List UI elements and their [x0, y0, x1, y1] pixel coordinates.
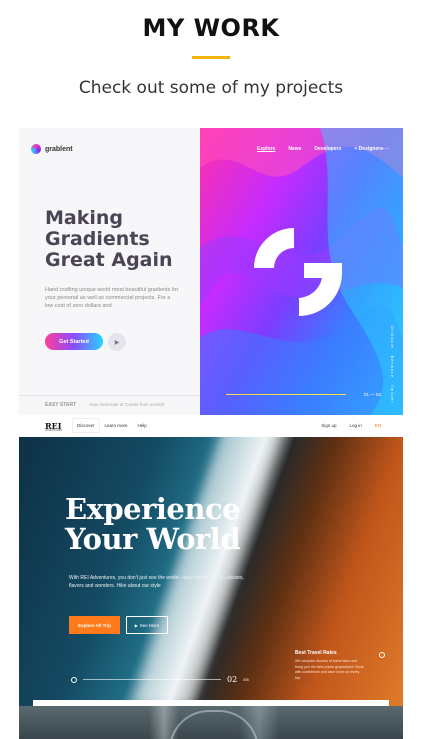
nav-explore[interactable]: Explore [257, 146, 275, 152]
grablent-logo-text: grablent [45, 145, 73, 153]
rei-account-nav: Sign up Log in EN [321, 423, 381, 428]
get-started-button[interactable]: Get Started [45, 333, 103, 350]
nav-designers[interactable]: + Designers [354, 146, 383, 152]
light-beam [149, 706, 179, 739]
nav-help[interactable]: Help [134, 419, 151, 432]
play-icon: ▶ [134, 622, 138, 628]
nav-developers[interactable]: Developers [314, 146, 341, 152]
rei-topbar: REI ADVENTURES Discover Learn more Help … [19, 416, 403, 437]
grablent-logo[interactable]: grablent [31, 144, 73, 154]
grablent-logo-icon [31, 144, 41, 154]
slider-dot-icon[interactable] [71, 676, 77, 683]
rei-logo-sub: ADVENTURES [45, 429, 63, 432]
page-subtitle: Check out some of my projects [78, 78, 344, 98]
grablent-heading: Making Gradients Great Again [45, 207, 173, 271]
slide-number: 02 [227, 675, 238, 684]
project-card-grablent[interactable]: grablent Making Gradients Great Again Ha… [19, 128, 403, 415]
rei-heading: Experience Your World [65, 492, 241, 556]
log-in-link[interactable]: Log in [349, 423, 361, 428]
g-logo-icon [254, 228, 342, 316]
title-underline [192, 56, 230, 59]
easy-start-note: Auto-Generate or Create from scratch [89, 402, 165, 407]
travel-rates-text: We compare dozens of travel sites and br… [295, 659, 364, 680]
explore-trips-button[interactable]: Explore All Trip [69, 616, 120, 634]
nav-discover[interactable]: Discover [73, 419, 99, 432]
grablent-nav: Explore News Developers + Designers [257, 146, 383, 152]
light-beam [239, 706, 279, 739]
grablent-gradient-hero: Explore News Developers + Designers ⋯ Dr… [200, 128, 403, 415]
rei-description: With REI Adventures, you don't just see … [69, 575, 244, 589]
nav-news[interactable]: News [288, 146, 301, 152]
progress-bar [226, 394, 346, 395]
see-more-button[interactable]: ▶ See More [126, 616, 168, 634]
easy-start-label: EASY START [45, 402, 77, 408]
grablent-footer: EASY START Auto-Generate or Create from … [19, 395, 200, 415]
travel-rates-box: Best Travel Rates We compare dozens of t… [295, 650, 365, 681]
social-links[interactable]: Dribbble · Behance · Twitter [390, 326, 395, 404]
grablent-left-panel: grablent Making Gradients Great Again Ha… [19, 128, 200, 415]
project-card-third[interactable] [19, 706, 403, 739]
slide-total: /05 [243, 677, 249, 682]
slider-track [83, 679, 221, 680]
travel-rates-title: Best Travel Rates [295, 650, 337, 656]
page-title: MY WORK [142, 14, 280, 42]
see-more-label: See More [139, 622, 160, 628]
project-card-rei[interactable]: REI ADVENTURES Discover Learn more Help … [19, 416, 403, 706]
language-selector[interactable]: EN [375, 423, 381, 428]
slide-pager: 01 — 03 [363, 392, 381, 397]
nav-learn-more[interactable]: Learn more [101, 419, 132, 432]
grablent-description: Hand crafting unique world most beautifu… [45, 287, 179, 309]
rei-slider: 02 /05 [71, 675, 249, 684]
play-icon[interactable]: ▶ [108, 333, 126, 351]
sign-up-link[interactable]: Sign up [321, 423, 336, 428]
menu-dots-icon[interactable]: ⋯ [382, 145, 389, 153]
rei-nav: Discover Learn more Help [73, 419, 151, 432]
headset-icon[interactable] [379, 652, 385, 658]
surf-foam [131, 416, 287, 706]
